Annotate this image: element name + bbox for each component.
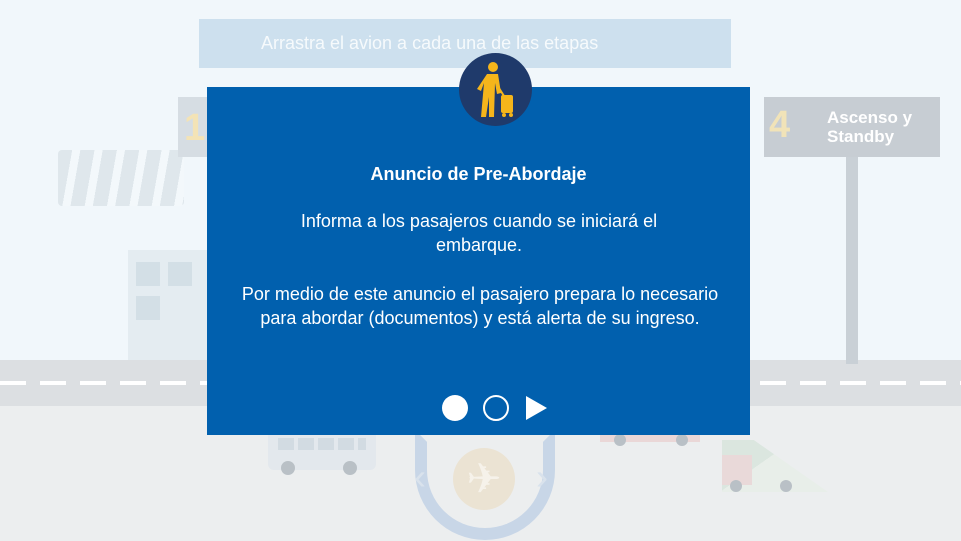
tower-window xyxy=(136,262,160,286)
wheel xyxy=(343,461,357,475)
step-title-4: Ascenso y Standby xyxy=(827,108,913,146)
wheel xyxy=(676,434,688,446)
traveler-figure xyxy=(476,61,513,117)
step-number-1: 1 xyxy=(184,107,206,149)
wheel xyxy=(614,434,626,446)
page-dot-1-active[interactable] xyxy=(442,395,468,421)
modal-paragraph-1: Informa a los pasajeros cuando se inicia… xyxy=(300,211,658,255)
wheel xyxy=(281,461,295,475)
wheel xyxy=(780,480,792,492)
tower-window xyxy=(168,262,192,286)
tower-window xyxy=(136,296,160,320)
control-tower-top xyxy=(58,150,184,206)
modal-title: Anuncio de Pre-Abordaje xyxy=(370,164,587,184)
traveler-with-luggage-icon xyxy=(459,53,532,126)
info-modal: Anuncio de Pre-Abordaje Informa a los pa… xyxy=(207,87,750,435)
page-dot-2[interactable] xyxy=(483,395,509,421)
bus-windows xyxy=(278,438,366,450)
sign-pole xyxy=(846,157,858,364)
step-number-4: 4 xyxy=(769,104,791,146)
modal-paragraph-2: Por medio de este anuncio el pasajero pr… xyxy=(241,284,719,328)
chevron-left-icon[interactable]: ‹ xyxy=(414,456,426,498)
instruction-banner: Arrastra el avion a cada una de las etap… xyxy=(199,19,731,68)
next-arrow-button[interactable] xyxy=(526,396,547,420)
airplane-icon[interactable]: ✈ xyxy=(453,448,515,510)
chevron-right-icon[interactable]: › xyxy=(536,456,548,498)
wheel xyxy=(730,480,742,492)
